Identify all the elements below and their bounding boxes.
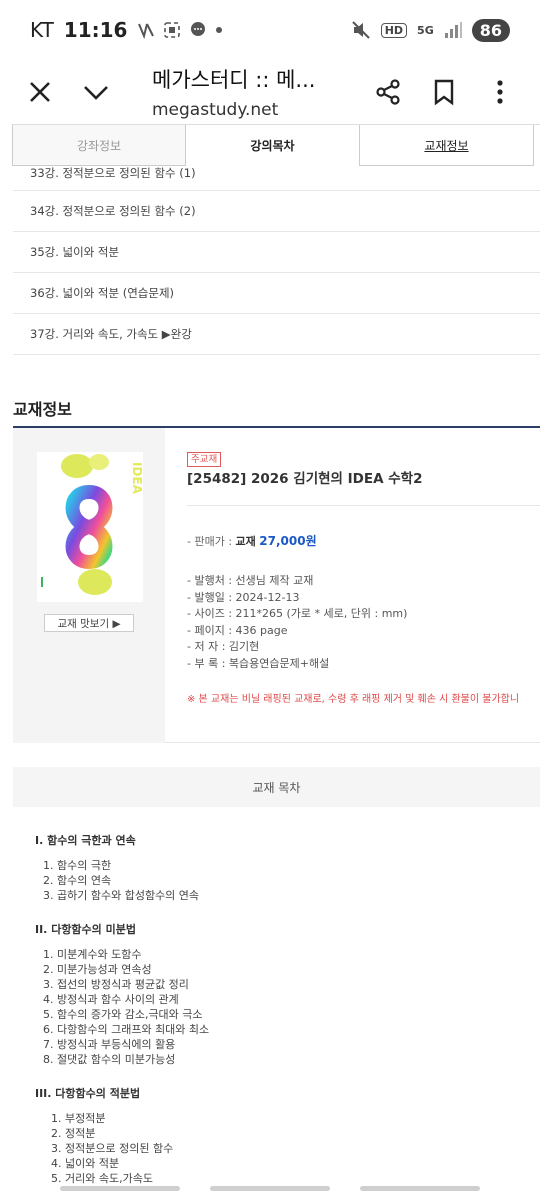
tab-lecture-list[interactable]: 강의목차	[186, 125, 360, 166]
book-cover-column: IDEA 교재 맛보기 ▶	[13, 428, 165, 743]
share-button[interactable]	[366, 70, 410, 114]
toc-chapter-title: I. 함수의 극한과 연속	[35, 834, 136, 847]
toc-item: 1. 미분계수와 도함수	[43, 948, 142, 961]
toc-item: 6. 다항함수의 그래프와 최대와 최소	[43, 1023, 210, 1036]
collapse-button[interactable]	[74, 70, 118, 114]
toc-item: 5. 거리와 속도,가속도	[51, 1172, 153, 1185]
gesture-nav-bar[interactable]	[0, 1186, 540, 1194]
toc-chapter-title: II. 다항함수의 미분법	[35, 923, 136, 936]
book-meta-list: - 발행처 : 선생님 제작 교재 - 발행일 : 2024-12-13 - 사…	[187, 572, 407, 671]
price-label: 교재	[235, 535, 256, 548]
clock: 11:16	[63, 18, 128, 42]
book-supplement: - 부 록 : 복습용연습문제+해설	[187, 656, 330, 670]
hd-badge: HD	[380, 22, 408, 38]
toc-item: 7. 방정식과 부등식에의 활용	[43, 1038, 176, 1051]
share-icon	[376, 79, 400, 105]
price-value: 27,000원	[259, 534, 317, 548]
book-preview-button[interactable]: 교재 맛보기 ▶	[44, 614, 134, 632]
toc-item: 2. 정적분	[51, 1127, 96, 1140]
toc-item: 3. 곱하기 함수와 합성함수의 연속	[43, 889, 200, 902]
signal-icon	[444, 22, 462, 38]
more-vertical-icon	[497, 80, 503, 104]
toc-header[interactable]: 교재 목차	[13, 767, 540, 807]
toc-item: 1. 부정적분	[51, 1112, 106, 1125]
close-button[interactable]	[18, 70, 62, 114]
book-section-title: 교재정보	[13, 400, 72, 419]
main-textbook-badge: 주교재	[187, 452, 222, 467]
book-toc: I. 함수의 극한과 연속 1. 함수의 극한 2. 함수의 연속 3. 곱하기…	[35, 832, 525, 1185]
toc-item: 2. 함수의 연속	[43, 874, 112, 887]
info-divider	[187, 505, 540, 506]
cover-art: IDEA	[41, 454, 143, 595]
price-line: - 판매가 : 교재 27,000원	[187, 532, 317, 549]
price-prefix: - 판매가 :	[187, 535, 236, 548]
screenshot-icon	[164, 22, 181, 38]
close-icon	[30, 82, 50, 102]
lecture-list: 33강. 정적분으로 정의된 함수 (1) 34강. 정적분으로 정의된 함수 …	[13, 165, 540, 355]
carrier-label: KT	[30, 18, 54, 42]
battery-level: 86	[471, 18, 510, 42]
bookmark-icon	[434, 79, 454, 106]
tab-book-info[interactable]: 교재정보	[360, 125, 534, 166]
book-title: [25482] 2026 김기현의 IDEA 수학2	[187, 471, 423, 487]
toc-chapter-title: III. 다항함수의 적분법	[35, 1087, 141, 1100]
lecture-item[interactable]: 35강. 넓이와 적분	[13, 232, 540, 273]
content-tabs: 강좌정보 강의목차 교재정보	[12, 124, 540, 166]
vpn-icon	[138, 23, 155, 39]
book-pages: - 페이지 : 436 page	[187, 623, 288, 637]
toc-item: 2. 미분가능성과 연속성	[43, 963, 152, 976]
toc-item: 3. 정적분으로 정의된 함수	[51, 1142, 174, 1155]
tab-course-info[interactable]: 강좌정보	[12, 125, 186, 166]
nav-handle[interactable]	[360, 1186, 480, 1191]
book-publish-date: - 발행일 : 2024-12-13	[187, 590, 300, 604]
toc-item: 1. 함수의 극한	[43, 859, 112, 872]
bookmark-button[interactable]	[422, 70, 466, 114]
status-bar: KT 11:16 HD 5G 86	[0, 0, 540, 60]
lecture-item[interactable]: 37강. 거리와 속도, 가속도 ▶완강	[13, 314, 540, 355]
toc-item: 8. 절댓값 함수의 미분가능성	[43, 1053, 176, 1066]
browser-toolbar: 메가스터디 :: 메... megastudy.net	[0, 60, 540, 124]
more-options-button[interactable]	[478, 70, 522, 114]
svg-text:IDEA: IDEA	[130, 462, 143, 495]
toc-item: 4. 방정식과 함수 사이의 관계	[43, 993, 179, 1006]
chat-icon	[191, 22, 206, 36]
book-panel: IDEA 교재 맛보기 ▶ 주교재 [25482] 2026 김기현의 IDEA…	[13, 428, 540, 743]
toc-item: 4. 넓이와 적분	[51, 1157, 120, 1170]
lecture-item[interactable]: 34강. 정적분으로 정의된 함수 (2)	[13, 191, 540, 232]
page-url: megastudy.net	[152, 100, 279, 120]
page-title: 메가스터디 :: 메...	[152, 68, 316, 92]
toc-item: 3. 접선의 방정식과 평균값 정리	[43, 978, 189, 991]
nav-handle[interactable]	[210, 1186, 330, 1191]
mute-icon	[351, 21, 370, 39]
book-size: - 사이즈 : 211*265 (가로 * 세로, 단위 : mm)	[187, 607, 408, 620]
book-author: - 저 자 : 김기현	[187, 640, 260, 653]
network-badge: 5G	[417, 23, 434, 37]
lecture-item[interactable]: 36강. 넓이와 적분 (연습문제)	[13, 273, 540, 314]
refund-notice: ※ 본 교재는 비닐 래핑된 교재로, 수령 후 래핑 제거 및 훼손 시 환불…	[187, 694, 520, 705]
nav-handle[interactable]	[60, 1186, 180, 1191]
lecture-item[interactable]: 33강. 정적분으로 정의된 함수 (1)	[13, 165, 540, 191]
book-publisher: - 발행처 : 선생님 제작 교재	[187, 574, 314, 587]
dot-icon	[216, 27, 223, 33]
toc-item: 5. 함수의 증가와 감소,극대와 극소	[43, 1008, 203, 1021]
book-cover-image[interactable]: IDEA	[37, 452, 143, 602]
chevron-down-icon	[84, 86, 108, 100]
page-title-block[interactable]: 메가스터디 :: 메... megastudy.net	[152, 64, 315, 120]
